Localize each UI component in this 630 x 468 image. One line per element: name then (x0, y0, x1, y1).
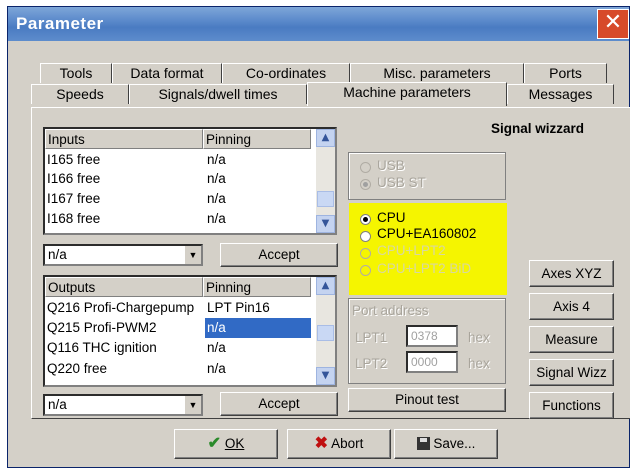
ok-label: OK (224, 436, 245, 451)
table-row[interactable]: I168 free (47, 209, 203, 229)
table-cell-pinning[interactable]: n/a (207, 338, 307, 358)
floppy-disk-icon (416, 437, 430, 450)
tab-misc-parameters[interactable]: Misc. parameters (350, 63, 524, 83)
inputs-accept-button[interactable]: Accept (220, 243, 338, 267)
table-row[interactable]: Q220 free (47, 359, 203, 379)
table-cell-pinning[interactable]: n/a (207, 150, 307, 170)
scroll-down-icon[interactable]: ▼ (316, 215, 335, 233)
axis-4-button[interactable]: Axis 4 (529, 293, 614, 320)
parameter-dialog: Parameter ✕ Tools Data format Co-ordinat… (7, 6, 630, 468)
save-button[interactable]: Save... (394, 429, 498, 459)
table-cell-pinning[interactable]: LPT Pin16 (207, 298, 307, 318)
close-icon: ✕ (603, 10, 623, 35)
table-cell-pinning[interactable]: n/a (207, 359, 307, 379)
radio-cpu-lpt2-bid[interactable] (360, 265, 371, 276)
radio-usb-st[interactable] (360, 179, 371, 190)
checkmark-icon: ✔ (207, 435, 222, 452)
functions-button[interactable]: Functions (529, 392, 614, 419)
tab-co-ordinates[interactable]: Co-ordinates (222, 63, 350, 83)
radio-usb-st-label: USB ST (377, 175, 426, 190)
radio-cpu-lpt2[interactable] (360, 248, 371, 259)
table-row[interactable]: Q216 Profi-Chargepump (47, 298, 203, 318)
signal-wizard-heading: Signal wizzard (491, 121, 585, 136)
abort-label: Abort (331, 436, 364, 451)
tab-tools[interactable]: Tools (40, 63, 112, 83)
lpt1-unit: hex (468, 330, 490, 345)
table-row[interactable]: I166 free (47, 169, 203, 189)
signal-wizard-button[interactable]: Signal Wizz (529, 359, 614, 386)
pinout-test-button[interactable]: Pinout test (348, 388, 506, 412)
table-cell-pinning-selected[interactable]: n/a (205, 318, 311, 338)
title-bar[interactable]: Parameter ✕ (8, 7, 629, 41)
ok-button[interactable]: ✔ OK (174, 429, 278, 459)
inputs-pinning-combo[interactable]: n/a ▼ (43, 244, 203, 266)
tab-machine-parameters[interactable]: Machine parameters (307, 82, 507, 106)
tab-ports[interactable]: Ports (524, 63, 607, 83)
radio-usb-label: USB (377, 158, 405, 173)
table-cell-pinning[interactable]: n/a (207, 169, 307, 189)
outputs-list[interactable]: Outputs Pinning Q216 Profi-Chargepump LP… (43, 275, 337, 387)
scroll-up-icon[interactable]: ▲ (316, 277, 335, 295)
x-icon: ✖ (314, 435, 329, 452)
lpt1-label: LPT1 (355, 330, 388, 345)
radio-cpu-label: CPU (377, 210, 406, 225)
window-title: Parameter (16, 14, 104, 33)
table-row[interactable]: I165 free (47, 150, 203, 170)
table-cell-pinning[interactable]: n/a (207, 189, 307, 209)
chevron-down-icon[interactable]: ▼ (184, 396, 201, 414)
combo-value: n/a (48, 247, 67, 262)
abort-button[interactable]: ✖ Abort (287, 429, 391, 459)
tab-speeds[interactable]: Speeds (31, 84, 129, 104)
radio-cpu-lpt2-label: CPU+LPT2 (377, 243, 446, 258)
inputs-list[interactable]: Inputs Pinning I165 free n/a I166 free n… (43, 127, 337, 235)
port-address-label: Port address (352, 303, 429, 318)
inputs-pinning-header[interactable]: Pinning (203, 129, 311, 149)
measure-button[interactable]: Measure (529, 326, 614, 353)
inputs-scrollbar[interactable]: ▲ ▼ (316, 129, 335, 233)
tab-messages[interactable]: Messages (507, 84, 614, 104)
radio-usb[interactable] (360, 162, 371, 173)
inputs-header[interactable]: Inputs (45, 129, 203, 149)
table-row[interactable]: Q215 Profi-PWM2 (47, 318, 203, 338)
save-label: Save... (433, 436, 476, 451)
outputs-pinning-combo[interactable]: n/a ▼ (43, 394, 203, 416)
tab-data-format[interactable]: Data format (112, 63, 222, 83)
radio-cpu-lpt2-bid-label: CPU+LPT2 BiD (377, 261, 472, 276)
lpt1-address-field[interactable]: 0378 (406, 325, 458, 347)
chevron-down-icon[interactable]: ▼ (184, 246, 201, 264)
lpt2-address-field[interactable]: 0000 (406, 351, 458, 373)
outputs-scrollbar[interactable]: ▲ ▼ (316, 277, 335, 385)
table-cell-pinning[interactable]: n/a (207, 209, 307, 229)
tab-signals-dwell-times[interactable]: Signals/dwell times (129, 84, 307, 104)
outputs-accept-button[interactable]: Accept (220, 392, 338, 416)
combo-value: n/a (48, 397, 67, 412)
scroll-thumb[interactable] (317, 191, 334, 207)
table-row[interactable]: I167 free (47, 189, 203, 209)
lpt2-unit: hex (468, 356, 490, 371)
scroll-down-icon[interactable]: ▼ (316, 367, 335, 385)
close-button[interactable]: ✕ (597, 9, 629, 39)
outputs-pinning-header[interactable]: Pinning (203, 277, 311, 297)
table-row[interactable]: Q116 THC ignition (47, 338, 203, 358)
axes-xyz-button[interactable]: Axes XYZ (529, 260, 614, 287)
lpt2-label: LPT2 (355, 356, 388, 371)
scroll-up-icon[interactable]: ▲ (316, 129, 335, 147)
radio-cpu[interactable] (360, 214, 371, 225)
radio-cpu-ea160802-label: CPU+EA160802 (377, 226, 477, 241)
usb-group (348, 152, 506, 200)
scroll-thumb[interactable] (317, 325, 334, 341)
outputs-header[interactable]: Outputs (45, 277, 203, 297)
radio-cpu-ea160802[interactable] (360, 231, 371, 242)
